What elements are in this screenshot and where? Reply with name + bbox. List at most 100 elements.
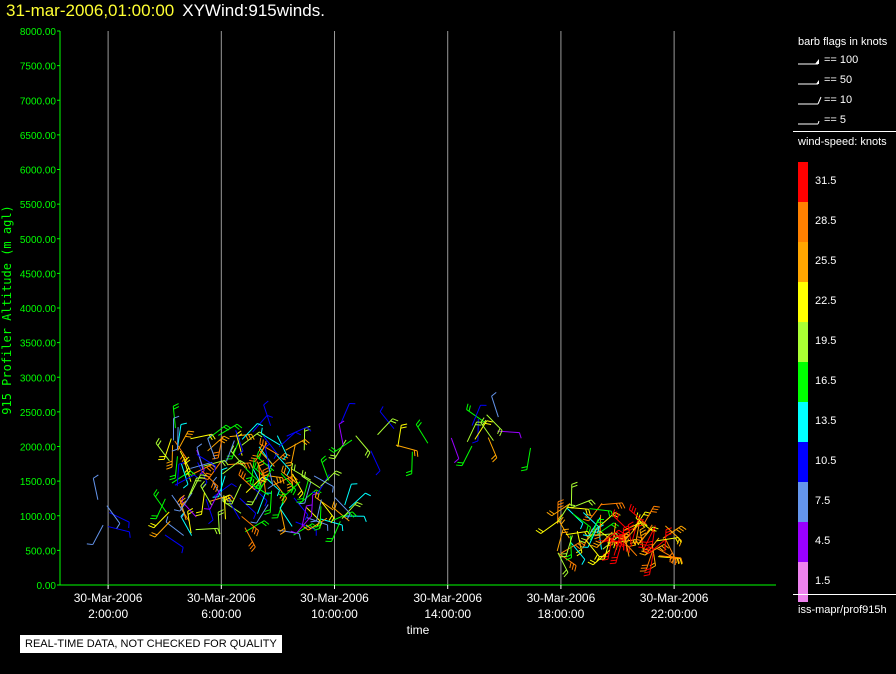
wind-barb [570, 499, 596, 509]
wind-barb [223, 494, 231, 520]
colorbar-label: 4.5 [815, 535, 831, 547]
wind-barb [241, 516, 260, 537]
x-axis-label: time [407, 623, 430, 637]
barb-sample-icon [798, 120, 820, 125]
wind-barb [218, 423, 243, 436]
wind-barb [487, 437, 498, 463]
wind-barb [466, 403, 485, 423]
barb-sample-icon [798, 96, 822, 105]
y-tick-label: 0.00 [37, 581, 57, 592]
axes [59, 31, 776, 586]
colorbar-label: 22.5 [815, 295, 837, 307]
colorbar-swatch [798, 322, 808, 362]
colorbar-label: 7.5 [815, 495, 831, 507]
y-ticks: 0.00 500.00 1000.00 1500.00 2000.00 2500.00 30… [20, 27, 60, 592]
wind-barb [585, 539, 600, 563]
wind-barb [355, 435, 371, 459]
wind-barb [164, 534, 184, 554]
colorbar-label: 19.5 [815, 335, 837, 347]
y-tick-label: 1000.00 [20, 512, 57, 523]
wind-barb [566, 507, 584, 530]
y-axis-label: 915 Profiler Altitude (m agl) [0, 205, 14, 415]
wind-barb [303, 517, 328, 531]
x-ticks: 30-Mar-2006 2:00:00 30-Mar-2006 6:00:00 30-M… [74, 585, 709, 621]
y-tick-label: 6500.00 [20, 131, 57, 142]
barb-legend-label: == 10 [824, 94, 853, 106]
wind-barb [177, 430, 195, 451]
wind-barb [328, 439, 353, 453]
x-tick-time: 18:00:00 [538, 607, 585, 621]
colorbar-swatch [798, 362, 808, 402]
wind-barb [456, 445, 473, 467]
x-tick-time: 10:00:00 [311, 607, 358, 621]
y-tick-label: 4000.00 [20, 304, 57, 315]
wind-barb [263, 400, 272, 426]
wind-barb [165, 516, 184, 536]
wind-barb-plot: 0.00 500.00 1000.00 1500.00 2000.00 2500.00 30… [0, 27, 776, 637]
x-tick-date: 30-Mar-2006 [300, 591, 369, 605]
x-tick-date: 30-Mar-2006 [187, 591, 256, 605]
colorbar-label: 1.5 [815, 575, 831, 587]
colorbar-label: 28.5 [815, 215, 837, 227]
wind-barb [582, 502, 603, 522]
colorbar-swatch [798, 242, 808, 282]
wind-barb [450, 437, 460, 463]
wind-barb [107, 526, 131, 538]
colorbar-swatch [798, 442, 808, 482]
colorbar-swatch [798, 522, 808, 562]
y-tick-label: 7500.00 [20, 62, 57, 73]
wind-barb [86, 524, 104, 546]
x-tick-time: 2:00:00 [88, 607, 128, 621]
wind-barb [292, 473, 304, 499]
y-tick-label: 1500.00 [20, 477, 57, 488]
barbs [86, 391, 687, 578]
legend-divider [793, 131, 896, 132]
colorbar-swatch [798, 162, 808, 202]
wind-barb [172, 403, 180, 429]
barb-legend-label: == 100 [824, 54, 859, 66]
y-tick-label: 4500.00 [20, 269, 57, 280]
colorbar [798, 162, 808, 602]
colorbar-swatch [798, 282, 808, 322]
wind-barb [195, 527, 221, 535]
colorbar-label: 13.5 [815, 415, 837, 427]
wind-barb [486, 414, 503, 437]
wind-barb [535, 520, 560, 534]
wind-barb [338, 420, 345, 446]
wind-barb [340, 402, 356, 424]
y-tick-label: 3500.00 [20, 339, 57, 350]
colorbar-label: 10.5 [815, 455, 837, 467]
wind-barb [556, 528, 569, 552]
y-tick-label: 500.00 [25, 546, 56, 557]
wind-barb [92, 474, 99, 500]
y-tick-label: 6000.00 [20, 166, 57, 177]
y-tick-label: 5000.00 [20, 235, 57, 246]
y-tick-label: 2000.00 [20, 443, 57, 454]
x-tick-date: 30-Mar-2006 [640, 591, 709, 605]
wind-barb [273, 480, 288, 504]
barb-legend-label: == 50 [824, 74, 853, 86]
wind-barb [208, 424, 232, 439]
wind-barb [195, 492, 205, 517]
barb-legend-title: barb flags in knots [798, 36, 888, 48]
wind-barb [166, 445, 174, 470]
barb-sample-icon [798, 59, 819, 65]
wind-barb [286, 426, 312, 437]
wind-barb [285, 438, 310, 451]
colorbar-label: 31.5 [815, 175, 837, 187]
wind-barb [656, 537, 682, 544]
x-tick-date: 30-Mar-2006 [413, 591, 482, 605]
y-tick-label: 2500.00 [20, 408, 57, 419]
y-tick-label: 5500.00 [20, 200, 57, 211]
colorbar-label: 25.5 [815, 255, 837, 267]
wind-barb [328, 439, 347, 460]
wind-barb [405, 451, 413, 477]
y-tick-label: 8000.00 [20, 27, 57, 38]
x-tick-time: 6:00:00 [201, 607, 241, 621]
x-tick-time: 14:00:00 [424, 607, 471, 621]
wind-barb [229, 433, 255, 441]
wind-barb [348, 492, 371, 509]
colorbar-swatch [798, 562, 808, 602]
wind-barb [395, 444, 419, 457]
wind-barb [277, 529, 301, 540]
